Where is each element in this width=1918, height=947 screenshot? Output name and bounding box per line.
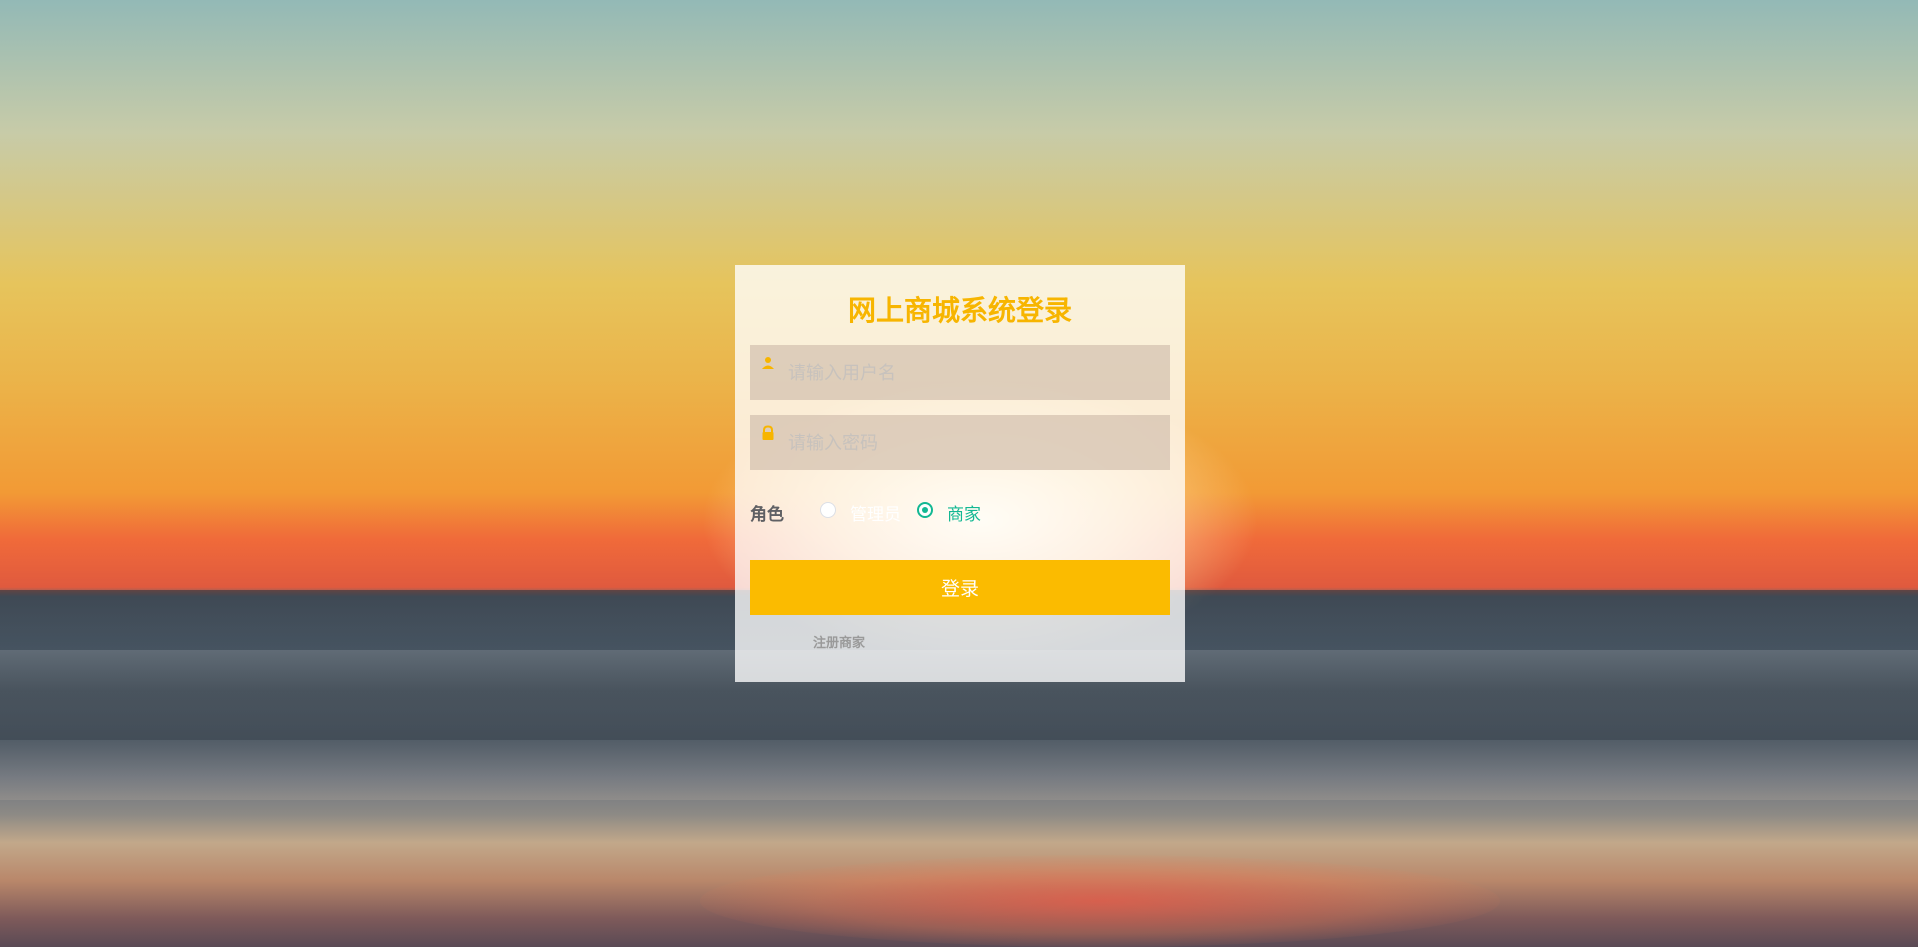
password-input[interactable]	[786, 415, 1160, 472]
register-merchant-link[interactable]: 注册商家	[813, 632, 865, 651]
sea-waves	[0, 740, 1918, 800]
radio-checked-icon[interactable]	[917, 502, 933, 518]
login-panel: 网上商城系统登录 角色 管理员 商家 登录 注册商家	[735, 265, 1185, 682]
username-input[interactable]	[786, 345, 1160, 402]
password-field[interactable]	[750, 415, 1170, 472]
role-radio-label[interactable]: 管理员	[850, 500, 901, 525]
user-icon	[760, 355, 776, 371]
role-radio-label[interactable]: 商家	[947, 500, 981, 525]
login-button[interactable]: 登录	[750, 560, 1170, 615]
radio-unchecked-icon[interactable]	[820, 502, 836, 518]
role-label: 角色	[750, 505, 784, 525]
login-title: 网上商城系统登录	[847, 294, 1072, 327]
role-selector: 角色 管理员 商家	[750, 497, 1170, 525]
username-field[interactable]	[750, 345, 1170, 402]
sunset-reflection	[700, 855, 1500, 947]
lock-icon	[760, 425, 776, 441]
